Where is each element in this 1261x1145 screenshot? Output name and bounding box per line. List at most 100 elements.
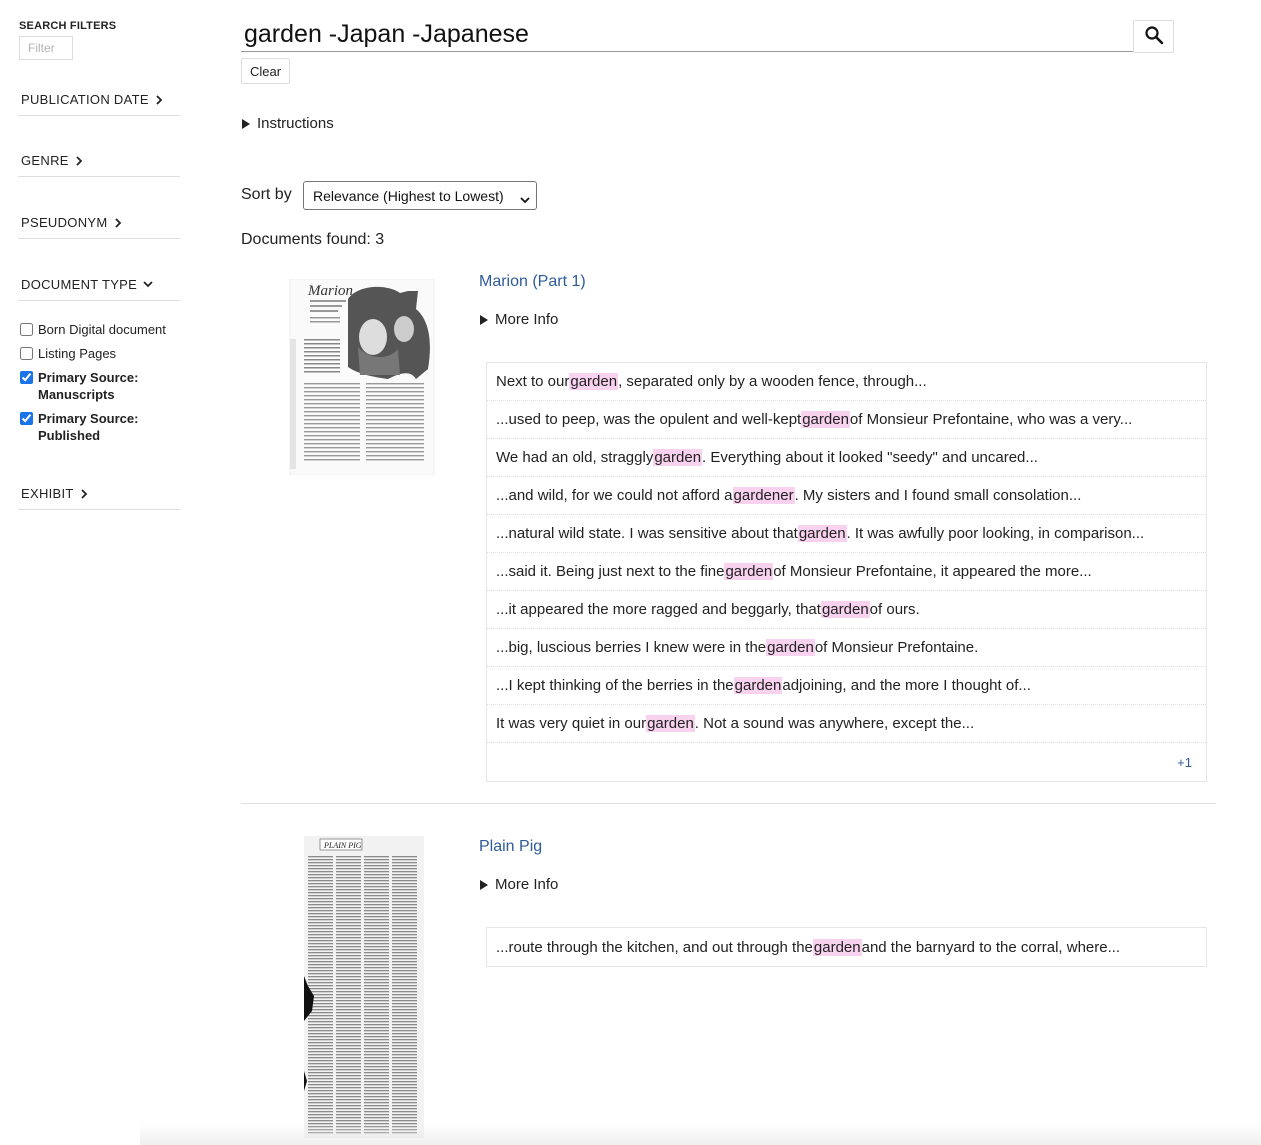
newspaper-page-image: PLAIN PIG bbox=[304, 836, 424, 1138]
search-filters-title: SEARCH FILTERS bbox=[19, 20, 117, 32]
search-hit-highlight: garden bbox=[812, 938, 862, 956]
search-input[interactable] bbox=[241, 18, 1133, 52]
result-thumbnail[interactable]: Marion bbox=[288, 278, 436, 476]
disclosure-triangle-icon bbox=[480, 314, 488, 325]
snippet-text: ...natural wild state. I was sensitive a… bbox=[496, 525, 798, 542]
snippet-text: of ours. bbox=[869, 601, 920, 618]
more-info-label: More Info bbox=[495, 311, 559, 328]
snippet-row[interactable]: It was very quiet in our garden. Not a s… bbox=[487, 705, 1206, 743]
result-snippets: ...route through the kitchen, and out th… bbox=[486, 927, 1207, 967]
snippet-text: adjoining, and the more I thought of... bbox=[782, 677, 1031, 694]
result-thumbnail[interactable]: PLAIN PIG bbox=[304, 836, 424, 1138]
doc-type-option[interactable]: Listing Pages bbox=[20, 345, 180, 362]
chevron-down-icon bbox=[520, 191, 530, 207]
doc-type-label: Primary Source: Published bbox=[38, 411, 139, 443]
search-hit-highlight: garden bbox=[766, 639, 815, 656]
result-title-link[interactable]: Marion (Part 1) bbox=[479, 273, 586, 291]
chevron-right-icon bbox=[75, 155, 83, 166]
doc-type-label: Listing Pages bbox=[38, 346, 117, 361]
snippet-row[interactable]: We had an old, straggly garden. Everythi… bbox=[487, 439, 1206, 477]
newspaper-page-image: Marion bbox=[288, 278, 436, 476]
search-hit-highlight: garden bbox=[733, 677, 783, 694]
search-button[interactable] bbox=[1133, 20, 1174, 53]
snippet-text: Next to our bbox=[496, 373, 570, 390]
filters-sidebar: SEARCH FILTERS PUBLICATION DATE GENRE PS… bbox=[18, 20, 180, 510]
snippet-row[interactable]: Next to our garden, separated only by a … bbox=[487, 363, 1206, 401]
snippet-text: . Everything about it looked "seedy" and… bbox=[702, 449, 1038, 466]
snippet-text: We had an old, straggly bbox=[496, 449, 654, 466]
search-hit-highlight: garden bbox=[801, 411, 850, 428]
publication-date-label: PUBLICATION DATE bbox=[21, 92, 149, 107]
exhibit-label: EXHIBIT bbox=[21, 486, 74, 501]
more-info-label: More Info bbox=[495, 876, 559, 893]
doc-type-option[interactable]: Primary Source: Manuscripts bbox=[20, 369, 180, 403]
more-info-toggle[interactable]: More Info bbox=[480, 311, 558, 328]
chevron-right-icon bbox=[80, 488, 88, 499]
search-hit-highlight: garden bbox=[724, 563, 774, 580]
doc-type-checkbox[interactable] bbox=[20, 347, 33, 360]
snippet-text: It was very quiet in our bbox=[496, 715, 647, 732]
snippet-text: of Monsieur Prefontaine. bbox=[814, 639, 979, 656]
search-hit-highlight: garden bbox=[653, 449, 703, 466]
snippet-text: . It was awfully poor looking, in compar… bbox=[846, 525, 1145, 542]
search-icon bbox=[1144, 25, 1164, 48]
document-type-toggle[interactable]: DOCUMENT TYPE bbox=[18, 277, 180, 292]
genre-toggle[interactable]: GENRE bbox=[18, 153, 180, 168]
more-info-toggle[interactable]: More Info bbox=[480, 876, 558, 893]
snippet-row[interactable]: ...it appeared the more ragged and begga… bbox=[487, 591, 1206, 629]
pseudonym-toggle[interactable]: PSEUDONYM bbox=[18, 215, 180, 230]
publication-date-toggle[interactable]: PUBLICATION DATE bbox=[18, 92, 180, 107]
exhibit-toggle[interactable]: EXHIBIT bbox=[18, 486, 180, 501]
doc-type-option[interactable]: Born Digital document bbox=[20, 321, 180, 338]
doc-type-checkbox[interactable] bbox=[20, 371, 33, 384]
filter-section-exhibit: EXHIBIT bbox=[18, 486, 180, 510]
doc-type-checkbox[interactable] bbox=[20, 323, 33, 336]
filter-section-document-type: DOCUMENT TYPE bbox=[18, 277, 180, 301]
doc-type-label: Born Digital document bbox=[38, 322, 166, 337]
search-hit-highlight: garden bbox=[797, 525, 847, 542]
sort-by-label: Sort by bbox=[241, 186, 292, 203]
filter-input[interactable] bbox=[19, 36, 73, 60]
more-snippets-link[interactable]: +1 bbox=[487, 743, 1206, 781]
snippet-row[interactable]: ...and wild, for we could not afford a g… bbox=[487, 477, 1206, 515]
snippet-text: and the barnyard to the corral, where... bbox=[861, 938, 1121, 956]
snippet-row[interactable]: ...I kept thinking of the berries in the… bbox=[487, 667, 1206, 705]
snippet-text: ...said it. Being just next to the fine bbox=[496, 563, 725, 580]
search-hit-highlight: gardener bbox=[732, 487, 795, 504]
disclosure-triangle-icon bbox=[480, 879, 488, 890]
result-title-link[interactable]: Plain Pig bbox=[479, 838, 542, 856]
search-hit-highlight: garden bbox=[646, 715, 695, 732]
snippet-text: ...it appeared the more ragged and begga… bbox=[496, 601, 821, 618]
snippet-text: ...and wild, for we could not afford a bbox=[496, 487, 733, 504]
doc-type-checkbox[interactable] bbox=[20, 412, 33, 425]
snippet-text: . Not a sound was anywhere, except the..… bbox=[694, 715, 975, 732]
snippet-text: . My sisters and I found small consolati… bbox=[794, 487, 1082, 504]
thumb-title: PLAIN PIG bbox=[323, 841, 362, 850]
document-type-label: DOCUMENT TYPE bbox=[21, 277, 138, 292]
chevron-right-icon bbox=[114, 217, 122, 228]
genre-label: GENRE bbox=[21, 153, 69, 168]
bottom-shadow bbox=[140, 1123, 1261, 1145]
pseudonym-label: PSEUDONYM bbox=[21, 215, 108, 230]
snippet-row[interactable]: ...route through the kitchen, and out th… bbox=[487, 928, 1206, 966]
instructions-toggle[interactable]: Instructions bbox=[242, 115, 334, 132]
snippet-row[interactable]: ...said it. Being just next to the fine … bbox=[487, 553, 1206, 591]
snippet-row[interactable]: ...big, luscious berries I knew were in … bbox=[487, 629, 1206, 667]
search-hit-highlight: garden bbox=[569, 373, 619, 390]
search-hit-highlight: garden bbox=[820, 601, 870, 618]
snippet-text: ...big, luscious berries I knew were in … bbox=[496, 639, 767, 656]
snippet-text: , separated only by a wooden fence, thro… bbox=[618, 373, 927, 390]
snippet-row[interactable]: ...used to peep, was the opulent and wel… bbox=[487, 401, 1206, 439]
snippet-text: ...used to peep, was the opulent and wel… bbox=[496, 411, 802, 428]
sort-select[interactable]: Relevance (Highest to Lowest) bbox=[303, 181, 537, 210]
snippet-row[interactable]: ...natural wild state. I was sensitive a… bbox=[487, 515, 1206, 553]
filter-section-pseudonym: PSEUDONYM bbox=[18, 215, 180, 239]
clear-button[interactable]: Clear bbox=[241, 58, 291, 84]
sort-selected-value: Relevance (Highest to Lowest) bbox=[313, 187, 504, 204]
doc-type-option[interactable]: Primary Source: Published bbox=[20, 410, 180, 444]
snippet-text: ...I kept thinking of the berries in the bbox=[496, 677, 734, 694]
instructions-label: Instructions bbox=[257, 115, 334, 132]
filter-section-publication-date: PUBLICATION DATE bbox=[18, 92, 180, 116]
doc-type-label: Primary Source: Manuscripts bbox=[38, 370, 139, 402]
result-snippets: Next to our garden, separated only by a … bbox=[486, 362, 1207, 782]
